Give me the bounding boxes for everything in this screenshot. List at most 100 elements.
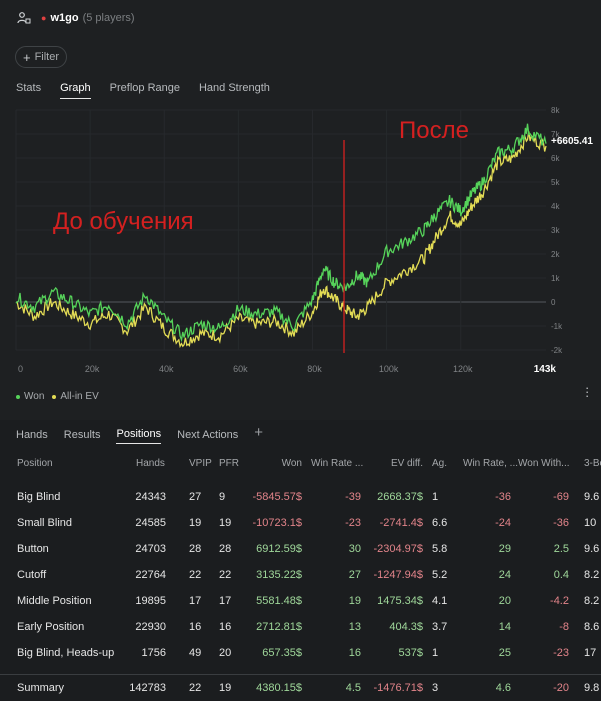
table-row[interactable]: Button 24703 28 28 6912.59$ 30 -2304.97$ 5.8 29 2… bbox=[0, 536, 601, 562]
x-tick-label: 100k bbox=[379, 364, 399, 374]
table-row[interactable]: Big Blind, Heads-up 1756 49 20 657.35$ 16 537$… bbox=[0, 640, 601, 666]
table-cell: Summary bbox=[17, 682, 65, 694]
table-row[interactable]: Small Blind 24585 19 19 -10723.1$ -23 -2741.4$… bbox=[0, 510, 601, 536]
x-axis-labels: 0 20k 40k 60k 80k 100k 120k bbox=[18, 364, 473, 374]
column-header[interactable]: EV diff. bbox=[370, 451, 423, 476]
table-cell: 27 bbox=[189, 491, 202, 503]
y-tick-label: 6k bbox=[551, 154, 560, 163]
chart-legend: Won All-in EV bbox=[16, 391, 107, 402]
table-cell: -39 bbox=[345, 491, 361, 503]
table-cell: 16 bbox=[189, 621, 202, 633]
table-cell: Middle Position bbox=[17, 595, 92, 607]
table-cell: 14 bbox=[498, 621, 511, 633]
table-cell: 20 bbox=[219, 647, 232, 659]
table-cell: Button bbox=[17, 543, 49, 555]
filter-button[interactable]: + Filter bbox=[15, 46, 67, 68]
table-cell: 2668.37$ bbox=[377, 491, 423, 503]
table-cell: 5.8 bbox=[432, 543, 448, 555]
table-cell: Early Position bbox=[17, 621, 85, 633]
status-dot-icon: ● bbox=[41, 13, 47, 23]
table-cell: 5581.48$ bbox=[256, 595, 302, 607]
table-cell: 1 bbox=[432, 491, 439, 503]
table-cell: 1756 bbox=[141, 647, 166, 659]
table-cell: 8.6 bbox=[584, 621, 600, 633]
table-body: Big Blind 24343 27 9 -5845.57$ -39 2668.37$ 1 -3… bbox=[0, 476, 601, 701]
tab-next-actions[interactable]: Next Actions bbox=[177, 429, 238, 444]
table-cell: 8.2 bbox=[584, 569, 600, 581]
tab-results[interactable]: Results bbox=[64, 429, 101, 444]
table-cell: -23 bbox=[553, 647, 569, 659]
table-cell: Big Blind, Heads-up bbox=[17, 647, 115, 659]
add-tab-icon[interactable]: + bbox=[254, 424, 263, 444]
tab-stats[interactable]: Stats bbox=[16, 82, 41, 99]
report-tabs: Hands Results Positions Next Actions + bbox=[16, 424, 279, 444]
table-cell: 17 bbox=[219, 595, 232, 607]
table-cell: -10723.1$ bbox=[252, 517, 302, 529]
table-cell: 20 bbox=[498, 595, 511, 607]
table-cell: -20 bbox=[553, 682, 569, 694]
column-header[interactable]: Won bbox=[246, 451, 302, 476]
column-header[interactable]: Hands bbox=[136, 451, 166, 476]
column-header[interactable]: Position bbox=[17, 451, 127, 476]
column-header[interactable]: VPIP bbox=[189, 451, 212, 476]
summary-row[interactable]: Summary 142783 22 19 4380.15$ 4.5 -1476.71$ 3 4.… bbox=[0, 674, 601, 701]
table-row[interactable]: Middle Position 19895 17 17 5581.48$ 19 1475.3… bbox=[0, 588, 601, 614]
table-cell: 19 bbox=[189, 517, 202, 529]
player-name: w1go bbox=[50, 12, 79, 24]
column-header[interactable]: PFR bbox=[219, 451, 239, 476]
table-cell: 19 bbox=[348, 595, 361, 607]
table-cell: 19 bbox=[219, 682, 232, 694]
table-cell: -8 bbox=[559, 621, 569, 633]
table-cell: 3135.22$ bbox=[256, 569, 302, 581]
table-cell: 1475.34$ bbox=[377, 595, 423, 607]
more-options-icon[interactable]: · · · bbox=[585, 381, 589, 402]
table-cell: 9.6 bbox=[584, 491, 600, 503]
tab-preflop-range[interactable]: Preflop Range bbox=[110, 82, 180, 99]
table-cell: 22764 bbox=[135, 569, 166, 581]
legend-ev-label: All-in EV bbox=[60, 391, 99, 402]
stat-tabs: Stats Graph Preflop Range Hand Strength bbox=[16, 82, 289, 99]
positions-table: Position Hands VPIP PFR Won Win Rate ... EV di… bbox=[0, 451, 601, 701]
y-tick-label: 8k bbox=[551, 106, 560, 115]
table-cell: -69 bbox=[553, 491, 569, 503]
x-tick-label: 120k bbox=[453, 364, 473, 374]
table-cell: 28 bbox=[189, 543, 202, 555]
table-cell: 9 bbox=[219, 491, 226, 503]
table-cell: 28 bbox=[219, 543, 232, 555]
table-cell: 3 bbox=[432, 682, 439, 694]
tab-positions[interactable]: Positions bbox=[116, 428, 162, 444]
annotation-after: После bbox=[399, 117, 469, 144]
column-header[interactable]: Win Rate, ... bbox=[463, 451, 518, 476]
table-cell: -1476.71$ bbox=[373, 682, 423, 694]
table-cell: 13 bbox=[348, 621, 361, 633]
legend-won-label: Won bbox=[24, 391, 45, 402]
table-cell: Small Blind bbox=[17, 517, 73, 529]
table-cell: 9.6 bbox=[584, 543, 600, 555]
table-row[interactable]: Big Blind 24343 27 9 -5845.57$ -39 2668.37$ 1 -3… bbox=[0, 484, 601, 510]
table-row[interactable]: Cutoff 22764 22 22 3135.22$ 27 -1247.94$ 5.2 24 0… bbox=[0, 562, 601, 588]
table-cell: 1 bbox=[432, 647, 439, 659]
table-cell: 27 bbox=[348, 569, 361, 581]
column-header[interactable]: 3-Bet bbox=[584, 451, 601, 476]
table-cell: 29 bbox=[498, 543, 511, 555]
column-header[interactable]: Won With... bbox=[518, 451, 570, 476]
tab-graph[interactable]: Graph bbox=[60, 82, 91, 99]
tab-hand-strength[interactable]: Hand Strength bbox=[199, 82, 270, 99]
column-header[interactable]: Win Rate ... bbox=[311, 451, 363, 476]
table-row[interactable]: Early Position 22930 16 16 2712.81$ 13 404.3$ 3… bbox=[0, 614, 601, 640]
table-cell: 8.2 bbox=[584, 595, 600, 607]
table-header: Position Hands VPIP PFR Won Win Rate ... EV di… bbox=[0, 451, 601, 476]
table-cell: 142783 bbox=[129, 682, 166, 694]
table-cell: 2.5 bbox=[553, 543, 569, 555]
table-cell: 24343 bbox=[135, 491, 166, 503]
table-cell: 6912.59$ bbox=[256, 543, 302, 555]
user-group-icon[interactable] bbox=[17, 11, 31, 25]
table-cell: -1247.94$ bbox=[373, 569, 423, 581]
column-header[interactable]: Ag. bbox=[432, 451, 452, 476]
legend-won[interactable]: Won bbox=[16, 391, 44, 402]
plus-icon: + bbox=[22, 49, 31, 65]
x-tick-label: 40k bbox=[159, 364, 174, 374]
tab-hands[interactable]: Hands bbox=[16, 429, 48, 444]
table-cell: 49 bbox=[189, 647, 202, 659]
legend-ev[interactable]: All-in EV bbox=[52, 391, 99, 402]
